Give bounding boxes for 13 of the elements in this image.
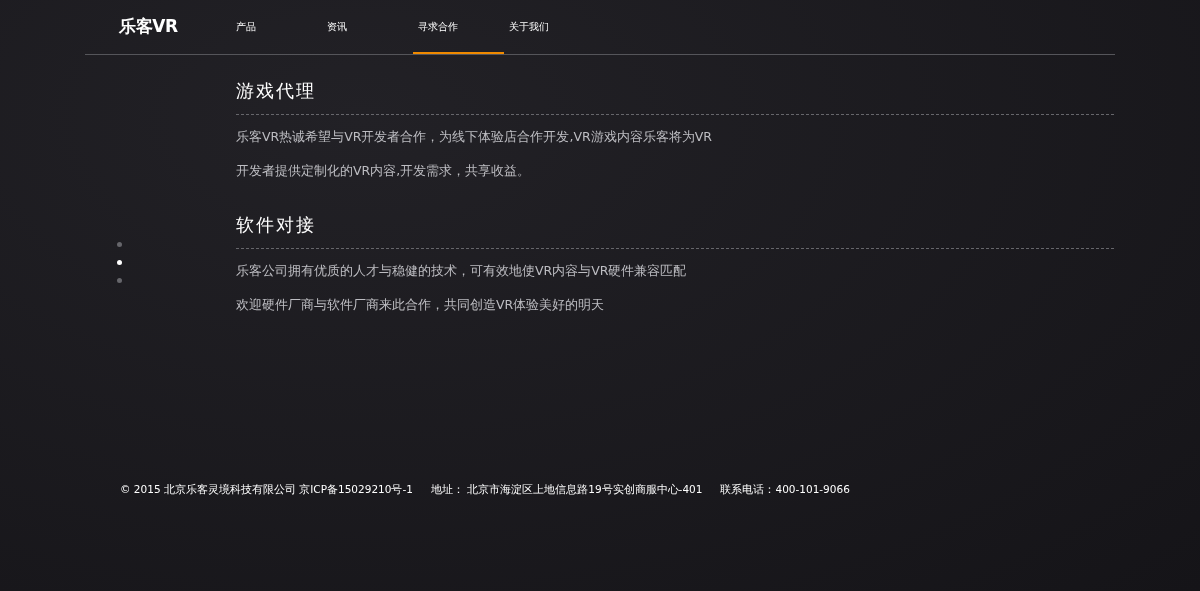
section-title: 游戏代理 — [236, 77, 1114, 115]
paragraph: 乐客公司拥有优质的人才与稳健的技术，可有效地使VR内容与VR硬件兼容匹配 — [236, 262, 688, 280]
address-text: 地址： 北京市海淀区上地信息路19号实创商服中心-401 — [430, 482, 703, 497]
paragraph: 欢迎硬件厂商与软件厂商来此合作，共同创造VR体验美好的明天 — [236, 296, 606, 314]
paragraph: 乐客VR热诚希望与VR开发者合作，为线下体验店合作开发,VR游戏内容乐客将为VR — [236, 128, 713, 146]
nav-tab[interactable]: 寻求合作 — [413, 0, 504, 54]
copyright-text: © 2015 北京乐客灵境科技有限公司 京ICP备15029210号-1 — [120, 482, 413, 497]
nav-tab[interactable]: 产品 — [236, 0, 327, 54]
logo[interactable]: 乐客VR — [119, 14, 236, 40]
nav-tab[interactable]: 关于我们 — [509, 0, 600, 54]
phone-text: 联系电话：400-101-9066 — [720, 482, 850, 497]
section-title: 软件对接 — [236, 211, 1114, 249]
paragraph: 开发者提供定制化的VR内容,开发需求，共享收益。 — [236, 162, 532, 180]
